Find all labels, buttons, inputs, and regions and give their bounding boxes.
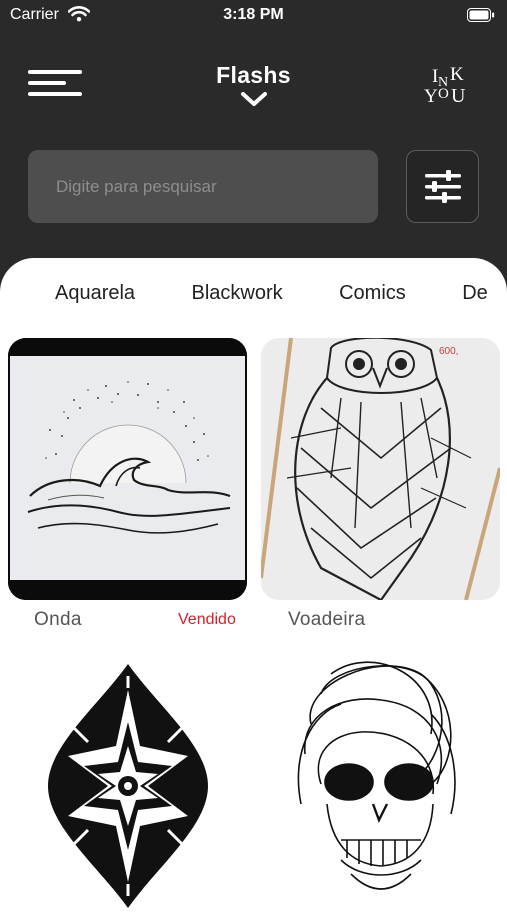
content-sheet: Aquarela Blackwork Comics De Onda Vendid… bbox=[0, 258, 507, 918]
category-tab[interactable]: Blackwork bbox=[192, 282, 283, 305]
flash-image-wave bbox=[8, 338, 247, 600]
flash-name: Voadeira bbox=[288, 609, 366, 630]
svg-text:O: O bbox=[438, 86, 449, 102]
chevron-down-icon bbox=[240, 92, 267, 106]
clock: 3:18 PM bbox=[223, 6, 284, 23]
flash-card[interactable]: 600, Voadeira bbox=[261, 338, 500, 638]
filter-button[interactable] bbox=[406, 150, 479, 223]
battery-icon bbox=[467, 8, 495, 27]
flash-card[interactable]: Onda Vendido bbox=[8, 338, 247, 638]
flash-image-mandala bbox=[8, 654, 247, 918]
category-tab[interactable]: Comics bbox=[339, 282, 406, 305]
category-tab[interactable]: Aquarela bbox=[55, 282, 135, 305]
flash-name: Onda bbox=[34, 609, 82, 630]
inkyou-logo: I N K Y O U bbox=[420, 60, 478, 108]
search-box[interactable] bbox=[28, 150, 378, 223]
category-tabs: Aquarela Blackwork Comics De bbox=[55, 282, 507, 305]
svg-text:K: K bbox=[450, 64, 464, 85]
filter-sliders-icon bbox=[424, 169, 461, 203]
flash-image-skull bbox=[261, 654, 500, 918]
flash-card[interactable] bbox=[8, 654, 247, 918]
search-input[interactable] bbox=[54, 175, 352, 198]
svg-text:600,: 600, bbox=[439, 346, 458, 357]
flash-card[interactable] bbox=[261, 654, 500, 918]
svg-text:Y: Y bbox=[424, 86, 438, 107]
sold-badge: Vendido bbox=[178, 611, 236, 628]
category-tab[interactable]: De bbox=[462, 282, 488, 305]
svg-text:U: U bbox=[451, 85, 466, 107]
flash-image-owl: 600, bbox=[261, 338, 500, 600]
status-bar: Carrier 3:18 PM bbox=[0, 0, 507, 32]
